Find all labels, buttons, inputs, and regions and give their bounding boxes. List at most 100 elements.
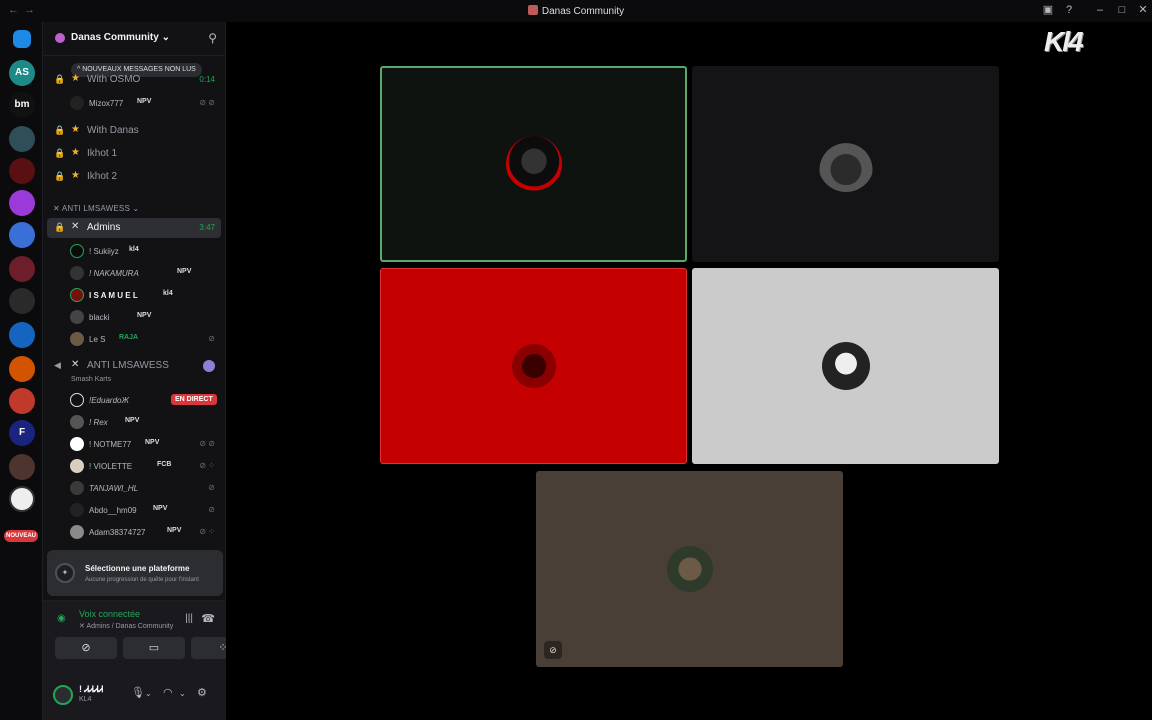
server-icon-10[interactable] — [9, 356, 35, 382]
channel-with-osmo[interactable]: 🔒 ★ With OSMO 0:14 — [47, 70, 221, 90]
channel-ikhot-1[interactable]: 🔒 ★ Ikhot 1 — [47, 144, 221, 164]
quest-icon: ✦ — [55, 563, 75, 583]
avatar — [70, 437, 84, 451]
server-icon-as[interactable]: AS — [9, 60, 35, 86]
headphones-icon[interactable]: ◠ — [163, 686, 173, 699]
category-anti-lmsawess[interactable]: ✕ ANTI LMSAWESS ⌄ — [53, 204, 139, 213]
share-screen-button[interactable]: ▭ — [123, 637, 185, 659]
chevron-down-icon[interactable]: ⌄ — [145, 689, 152, 698]
muted-icon: ⊘ ⊘ — [199, 439, 215, 448]
server-icon-7[interactable] — [9, 256, 35, 282]
star-icon: ★ — [71, 124, 80, 135]
server-icon-3[interactable] — [9, 126, 35, 152]
channel-with-danas[interactable]: 🔒 ★ With Danas — [47, 121, 221, 141]
channel-name: Admins — [87, 222, 121, 233]
voice-member[interactable]: !EduardoЖ EN DIRECT — [67, 390, 219, 410]
camera-off-button[interactable]: ⊘ — [55, 637, 117, 659]
server-icon-13[interactable] — [9, 454, 35, 480]
server-name: Danas Community ⌄ — [71, 32, 170, 43]
voice-location-text: Admins / Danas Community — [86, 623, 174, 630]
voice-member[interactable]: I S A M U E L kl4 — [67, 285, 219, 305]
avatar — [70, 525, 84, 539]
avatar — [70, 310, 84, 324]
voice-member[interactable]: ! NAKAMURA NPV — [67, 263, 219, 283]
window-title-text: Danas Community — [541, 6, 625, 17]
signal-icon: ◉ — [57, 613, 66, 624]
muted-icon: ⊘ — [208, 483, 215, 492]
channel-timer: 3:47 — [199, 223, 215, 232]
inbox-icon[interactable]: ▣ — [1041, 3, 1055, 17]
voice-member[interactable]: Abdo__hm09 NPV ⊘ — [67, 500, 219, 520]
member-name: Abdo__hm09 — [89, 506, 137, 515]
participant-tile[interactable] — [692, 268, 999, 464]
channel-anti-lmsawess-voice[interactable]: ◀ ✕ ANTI LMSAWESS — [47, 356, 221, 376]
app-icon — [527, 5, 538, 15]
participant-avatar — [505, 136, 562, 192]
participant-tile[interactable] — [380, 268, 687, 464]
voice-member[interactable]: ! VIOLETTE FCB ⊘ ⁘ — [67, 456, 219, 476]
server-header[interactable]: Danas Community ⌄ ⚲ — [43, 22, 227, 56]
voice-member[interactable]: blacki NPV — [67, 307, 219, 327]
chevron-down-icon[interactable]: ⌄ — [179, 689, 186, 698]
direct-messages-icon[interactable] — [13, 30, 31, 48]
voice-member[interactable]: Mizox777 NPV ⊘ ⊘ — [67, 93, 219, 113]
minimize-icon[interactable]: – — [1093, 3, 1107, 17]
server-icon-bm[interactable]: bm — [9, 92, 35, 118]
settings-gear-icon[interactable]: ⚙ — [197, 686, 207, 699]
invite-people-icon[interactable]: ⚲ — [208, 31, 217, 45]
server-icon-8[interactable] — [9, 288, 35, 314]
participant-avatar — [817, 136, 874, 192]
voice-member[interactable]: ! Sukiiyz kl4 — [67, 241, 219, 261]
server-icon-6[interactable] — [9, 222, 35, 248]
server-icon-14[interactable] — [9, 486, 35, 512]
voice-member[interactable]: Adam38374727 NPV ⊘ ⁘ — [67, 522, 219, 542]
member-name: ! Sukiiyz — [89, 247, 119, 256]
muted-icon: ⊘ — [208, 505, 215, 514]
quest-card[interactable]: ✦ Sélectionne une plateforme Aucune prog… — [47, 550, 223, 596]
avatar — [70, 415, 84, 429]
member-name: ! NOTME77 — [89, 440, 132, 449]
lock-icon: 🔒 — [54, 148, 66, 158]
live-badge: EN DIRECT — [171, 394, 217, 405]
voice-member[interactable]: ! NOTME77 NPV ⊘ ⊘ — [67, 434, 219, 454]
voice-location[interactable]: ✕ Admins / Danas Community — [79, 622, 173, 630]
channel-name: Ikhot 2 — [87, 171, 118, 182]
member-name: !EduardoЖ — [89, 396, 129, 405]
server-icon-4[interactable] — [9, 158, 35, 184]
muted-icon: ⊘ — [208, 334, 215, 343]
server-icon-11[interactable] — [9, 388, 35, 414]
server-icon-9[interactable] — [9, 322, 35, 348]
server-icon-f[interactable]: F — [9, 420, 35, 446]
channel-admins[interactable]: 🔒 ✕ Admins 3:47 — [47, 218, 221, 238]
noise-suppression-icon[interactable]: ||| — [185, 613, 193, 624]
avatar[interactable] — [53, 685, 73, 705]
close-icon[interactable]: ✕ — [1136, 3, 1150, 17]
participant-tile[interactable] — [692, 66, 999, 262]
title-bar: ← → Danas Community ▣ ? – □ ✕ — [0, 0, 1152, 22]
member-name: I S A M U E L — [89, 291, 138, 300]
server-icon — [55, 33, 65, 43]
channel-sidebar: Danas Community ⌄ ⚲ ^ NOUVEAUX MESSAGES … — [42, 22, 255, 720]
member-badge: NPV — [167, 527, 182, 534]
member-badge: NPV — [125, 417, 140, 424]
disconnect-icon[interactable]: ☎ — [201, 612, 215, 625]
kl4-watermark-logo: Kl4 — [1044, 26, 1084, 57]
server-icon-5[interactable] — [9, 190, 35, 216]
maximize-icon[interactable]: □ — [1115, 3, 1129, 17]
lock-icon: 🔒 — [54, 125, 66, 135]
avatar — [70, 481, 84, 495]
server-bm-label: bm — [14, 99, 30, 110]
voice-status-label[interactable]: Voix connectée — [79, 609, 140, 619]
help-icon[interactable]: ? — [1062, 3, 1076, 17]
voice-member[interactable]: Le S RAJA ⊘ — [67, 329, 219, 349]
muted-icon: ⊘ ⊘ — [199, 98, 215, 107]
voice-member[interactable]: TANJAWI_HL ⊘ — [67, 478, 219, 498]
quest-subtitle: Aucune progression de quête pour l'insta… — [85, 577, 199, 583]
participant-tile[interactable] — [380, 66, 687, 262]
user-name[interactable]: ! ᏗᏗᏗᏗ — [79, 684, 103, 695]
microphone-icon[interactable]: 🎙 — [131, 686, 145, 699]
channel-ikhot-2[interactable]: 🔒 ★ Ikhot 2 — [47, 167, 221, 187]
voice-member[interactable]: ! Rex NPV — [67, 412, 219, 432]
channel-name: With OSMO — [87, 74, 141, 85]
participant-tile[interactable]: ⊘ — [536, 471, 843, 667]
